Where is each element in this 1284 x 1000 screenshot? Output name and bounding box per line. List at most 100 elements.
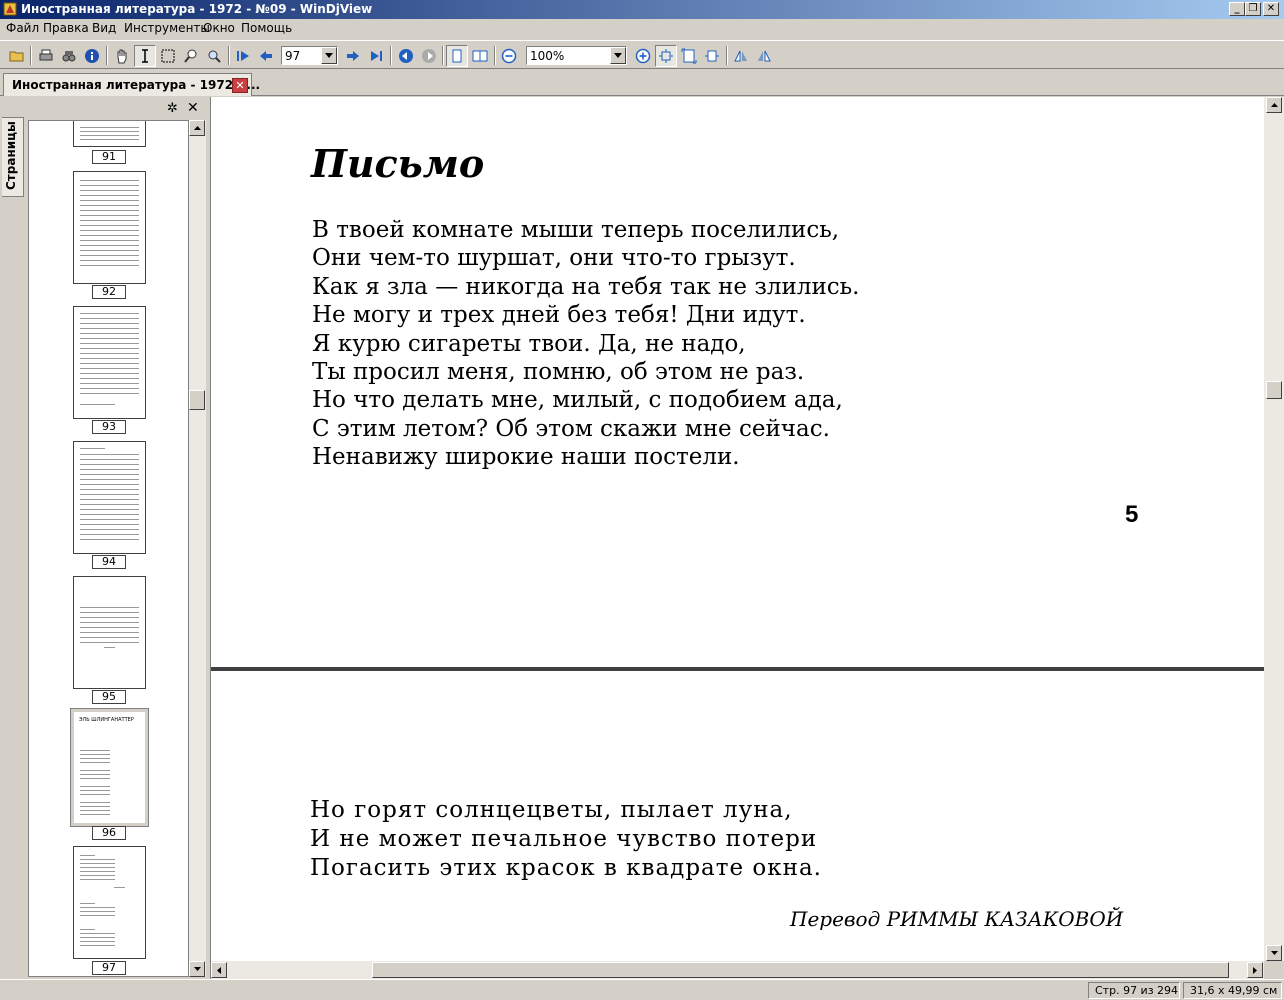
facing-pages-icon[interactable] xyxy=(469,45,491,67)
rect-select-icon[interactable] xyxy=(157,45,179,67)
poem-line: Они чем-то шуршат, они что-то грызут. xyxy=(312,245,796,271)
menu-view[interactable]: Вид xyxy=(92,21,116,35)
tab-pages[interactable]: Страницы xyxy=(2,117,24,197)
thumbnail-label: 96 xyxy=(92,826,126,840)
toolbar-separator xyxy=(106,46,108,65)
menu-edit[interactable]: Правка xyxy=(43,21,89,35)
scroll-up-icon[interactable] xyxy=(1266,97,1282,113)
menu-window[interactable]: Окно xyxy=(203,21,235,35)
status-bar: Стр. 97 из 294 31,6 x 49,99 см xyxy=(0,979,1284,1000)
forward-icon[interactable] xyxy=(418,45,440,67)
single-page-icon[interactable] xyxy=(446,45,468,67)
sidebar: Страницы ✲ ✕ 91 92 93 94 95 ЭЛЬ ШЛИНГАНА… xyxy=(0,97,207,979)
minimize-button[interactable]: _ xyxy=(1229,2,1245,16)
close-sidebar-icon[interactable]: ✕ xyxy=(187,100,199,116)
scroll-down-icon[interactable] xyxy=(189,961,205,977)
actual-size-icon[interactable] xyxy=(655,45,677,67)
toolbar-separator xyxy=(30,46,32,65)
thumbnail-heading: ЭЛЬ ШЛИНГАНАТТЕР xyxy=(79,717,134,723)
menu-file[interactable]: Файл xyxy=(6,21,39,35)
info-icon[interactable] xyxy=(81,45,103,67)
poem-line: Как я зла — никогда на тебя так не злили… xyxy=(312,274,860,300)
toolbar-separator xyxy=(390,46,392,65)
poem-title: Письмо xyxy=(311,141,485,186)
document-vertical-scrollbar[interactable] xyxy=(1264,97,1284,961)
page-number-combo[interactable]: 97 xyxy=(281,46,338,65)
poem-line: Ненавижу широкие наши постели. xyxy=(312,444,740,470)
document-tab[interactable]: Иностранная литература - 1972 - ... ✕ xyxy=(3,73,260,96)
document-horizontal-scrollbar[interactable] xyxy=(211,961,1264,979)
document-tab-label: Иностранная литература - 1972 - ... xyxy=(12,78,261,92)
scroll-left-icon[interactable] xyxy=(211,962,227,978)
prev-page-icon[interactable] xyxy=(255,45,277,67)
sidebar-scrollbar[interactable] xyxy=(189,120,206,977)
thumbnail-page-96[interactable]: ЭЛЬ ШЛИНГАНАТТЕР xyxy=(70,708,149,827)
find-binoculars-icon[interactable] xyxy=(58,45,80,67)
scroll-right-icon[interactable] xyxy=(1247,962,1263,978)
maximize-button[interactable]: ❐ xyxy=(1245,2,1261,16)
status-page-size: 31,6 x 49,99 см xyxy=(1183,982,1282,999)
print-icon[interactable] xyxy=(35,45,57,67)
thumbnail-page-97[interactable] xyxy=(73,846,146,959)
toolbar-separator xyxy=(228,46,230,65)
hand-tool-icon[interactable] xyxy=(111,45,133,67)
thumbnail-label: 91 xyxy=(92,150,126,164)
next-page-icon[interactable] xyxy=(342,45,364,67)
menu-help[interactable]: Помощь xyxy=(241,21,292,35)
last-page-icon[interactable] xyxy=(365,45,387,67)
zoom-rect-icon[interactable] xyxy=(180,45,202,67)
rotate-right-icon[interactable] xyxy=(753,45,775,67)
poem-line: В твоей комнате мыши теперь поселились, xyxy=(312,217,840,243)
status-page-info: Стр. 97 из 294 xyxy=(1088,982,1180,999)
toolbar: 97 100% xyxy=(0,40,1284,69)
thumbnail-page-92[interactable] xyxy=(73,171,146,284)
scroll-down-icon[interactable] xyxy=(1266,945,1282,961)
app-icon xyxy=(3,2,17,16)
fit-width-icon[interactable] xyxy=(701,45,723,67)
poem-line: С этим летом? Об этом скажи мне сейчас. xyxy=(312,416,830,442)
thumbnail-page-93[interactable] xyxy=(73,306,146,419)
magnifier-icon[interactable] xyxy=(203,45,225,67)
page-number: 5 xyxy=(1125,501,1139,528)
open-folder-icon[interactable] xyxy=(6,45,28,67)
tab-strip: Иностранная литература - 1972 - ... ✕ xyxy=(0,70,1284,96)
poem-line: Погасить этих красок в квадрате окна. xyxy=(310,855,822,881)
poem-line: Ты просил меня, помню, об этом не раз. xyxy=(312,359,805,385)
toolbar-separator xyxy=(726,46,728,65)
poem-line: Но горят солнцецветы, пылает луна, xyxy=(310,797,793,823)
thumbnail-label: 95 xyxy=(92,690,126,704)
scrollbar-thumb[interactable] xyxy=(189,390,205,410)
chevron-down-icon[interactable] xyxy=(321,47,337,64)
gear-icon[interactable]: ✲ xyxy=(167,101,178,116)
toolbar-separator xyxy=(494,46,496,65)
thumbnail-page-95[interactable] xyxy=(73,576,146,689)
menu-tools[interactable]: Инструменты xyxy=(124,21,210,35)
rotate-left-icon[interactable] xyxy=(730,45,752,67)
title-bar: Иностранная литература - 1972 - №09 - Wi… xyxy=(0,0,1284,19)
thumbnail-page-91[interactable] xyxy=(73,121,146,147)
thumbnail-page-94[interactable] xyxy=(73,441,146,554)
zoom-combo[interactable]: 100% xyxy=(526,46,627,65)
scrollbar-thumb[interactable] xyxy=(372,962,1229,978)
back-icon[interactable] xyxy=(395,45,417,67)
first-page-icon[interactable] xyxy=(232,45,254,67)
document-view[interactable]: Письмо В твоей комнате мыши теперь посел… xyxy=(211,97,1264,961)
translator-credit: Перевод РИММЫ КАЗАКОВОЙ xyxy=(790,907,1124,931)
thumbnail-label: 97 xyxy=(92,961,126,975)
poem-line: Но что делать мне, милый, с подобием ада… xyxy=(312,387,843,413)
chevron-down-icon[interactable] xyxy=(610,47,626,64)
fit-page-icon[interactable] xyxy=(678,45,700,67)
tab-pages-label: Страницы xyxy=(4,121,18,190)
poem-line: Не могу и трех дней без тебя! Дни идут. xyxy=(312,302,806,328)
close-window-button[interactable]: ✕ xyxy=(1263,2,1279,16)
scroll-up-icon[interactable] xyxy=(189,120,205,136)
thumbnail-label: 93 xyxy=(92,420,126,434)
zoom-value: 100% xyxy=(530,49,565,63)
thumbnail-list: 91 92 93 94 95 ЭЛЬ ШЛИНГАНАТТЕР 96 97 xyxy=(28,120,189,977)
zoom-in-icon[interactable] xyxy=(632,45,654,67)
text-select-icon[interactable] xyxy=(134,45,156,67)
zoom-out-icon[interactable] xyxy=(498,45,520,67)
close-tab-icon[interactable]: ✕ xyxy=(232,78,248,93)
thumbnail-label: 94 xyxy=(92,555,126,569)
scrollbar-thumb[interactable] xyxy=(1266,381,1282,399)
